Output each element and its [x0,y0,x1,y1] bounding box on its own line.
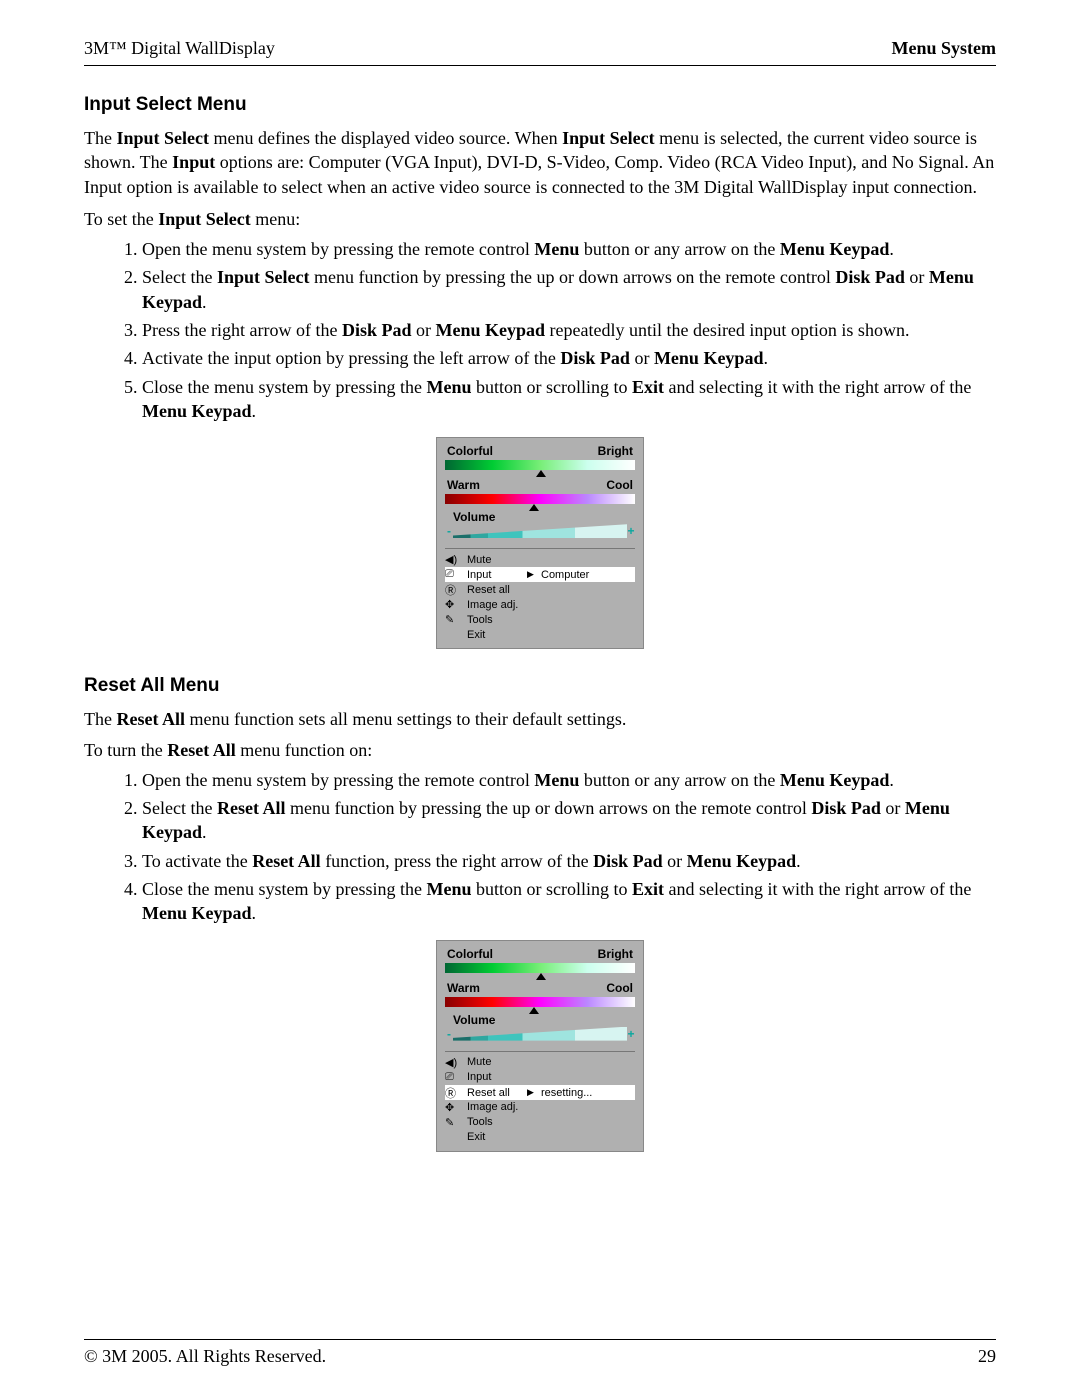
label-warm: Warm [447,478,480,492]
list-item: Open the menu system by pressing the rem… [142,237,996,261]
section-heading-input-select: Input Select Menu [84,94,996,116]
menu-item-mute: ◀)Mute [445,552,635,567]
osd-menu-list: ◀)Mute ⎚Input▶Computer ⓇReset all ✥Image… [445,548,635,642]
menu-item-image-adj: ✥Image adj. [445,1100,635,1115]
menu-item-input: ⎚Input [445,1070,635,1085]
label-volume: Volume [453,1013,635,1027]
label-bright: Bright [598,444,633,458]
color-slider [445,460,635,470]
reset-all-intro: The Reset All menu function sets all men… [84,707,996,731]
input-select-leadin: To set the Input Select menu: [84,207,996,231]
reset-value: resetting... [541,1087,635,1099]
menu-item-image-adj: ✥Image adj. [445,597,635,612]
osd-menu-list: ◀)Mute ⎚Input ⓇReset all▶resetting... ✥I… [445,1051,635,1145]
volume-minus-icon: - [445,524,453,538]
page-footer: © 3M 2005. All Rights Reserved. 29 [84,1339,996,1367]
osd-menu-figure-input: Colorful Bright Warm Cool Volume - + ◀)Mut… [436,437,644,649]
input-value: Computer [541,569,635,581]
page-number: 29 [978,1346,996,1367]
menu-item-reset-all: ⓇReset all▶resetting... [445,1085,635,1100]
list-item: Press the right arrow of the Disk Pad or… [142,318,996,342]
menu-item-reset-all: ⓇReset all [445,582,635,597]
menu-item-tools: ✎Tools [445,1115,635,1130]
reset-all-steps: Open the menu system by pressing the rem… [84,768,996,926]
input-select-intro: The Input Select menu defines the displa… [84,126,996,199]
header-left: 3M™ Digital WallDisplay [84,38,275,59]
speaker-icon: ◀) [445,553,463,566]
adjust-icon: ✥ [445,1101,463,1114]
volume-plus-icon: + [627,524,635,538]
adjust-icon: ✥ [445,598,463,611]
label-warm: Warm [447,981,480,995]
list-item: Open the menu system by pressing the rem… [142,768,996,792]
tools-icon: ✎ [445,613,463,626]
volume-slider [453,524,627,538]
section-heading-reset-all: Reset All Menu [84,675,996,697]
chevron-right-icon: ▶ [527,569,537,580]
label-volume: Volume [453,510,635,524]
osd-menu-figure-reset: Colorful Bright Warm Cool Volume - + ◀)Mut… [436,940,644,1152]
page-header: 3M™ Digital WallDisplay Menu System [84,38,996,66]
chevron-right-icon: ▶ [527,1087,537,1098]
menu-item-exit: Exit [445,1130,635,1145]
header-right: Menu System [892,38,997,59]
menu-item-tools: ✎Tools [445,612,635,627]
list-item: To activate the Reset All function, pres… [142,849,996,873]
footer-left: © 3M 2005. All Rights Reserved. [84,1346,326,1367]
input-icon: ⎚ [445,568,463,581]
list-item: Select the Reset All menu function by pr… [142,796,996,845]
menu-item-mute: ◀)Mute [445,1055,635,1070]
input-icon: ⎚ [445,1071,463,1084]
color-slider [445,963,635,973]
tools-icon: ✎ [445,1116,463,1129]
list-item: Close the menu system by pressing the Me… [142,375,996,424]
reset-icon: Ⓡ [445,1085,463,1101]
reset-all-leadin: To turn the Reset All menu function on: [84,738,996,762]
list-item: Activate the input option by pressing th… [142,346,996,370]
reset-icon: Ⓡ [445,582,463,598]
volume-plus-icon: + [627,1027,635,1041]
label-colorful: Colorful [447,947,493,961]
label-bright: Bright [598,947,633,961]
list-item: Select the Input Select menu function by… [142,265,996,314]
temperature-slider [445,494,635,504]
list-item: Close the menu system by pressing the Me… [142,877,996,926]
input-select-steps: Open the menu system by pressing the rem… [84,237,996,423]
menu-item-exit: Exit [445,627,635,642]
speaker-icon: ◀) [445,1056,463,1069]
label-cool: Cool [606,981,633,995]
volume-minus-icon: - [445,1027,453,1041]
volume-slider [453,1027,627,1041]
temperature-slider [445,997,635,1007]
label-colorful: Colorful [447,444,493,458]
label-cool: Cool [606,478,633,492]
menu-item-input: ⎚Input▶Computer [445,567,635,582]
